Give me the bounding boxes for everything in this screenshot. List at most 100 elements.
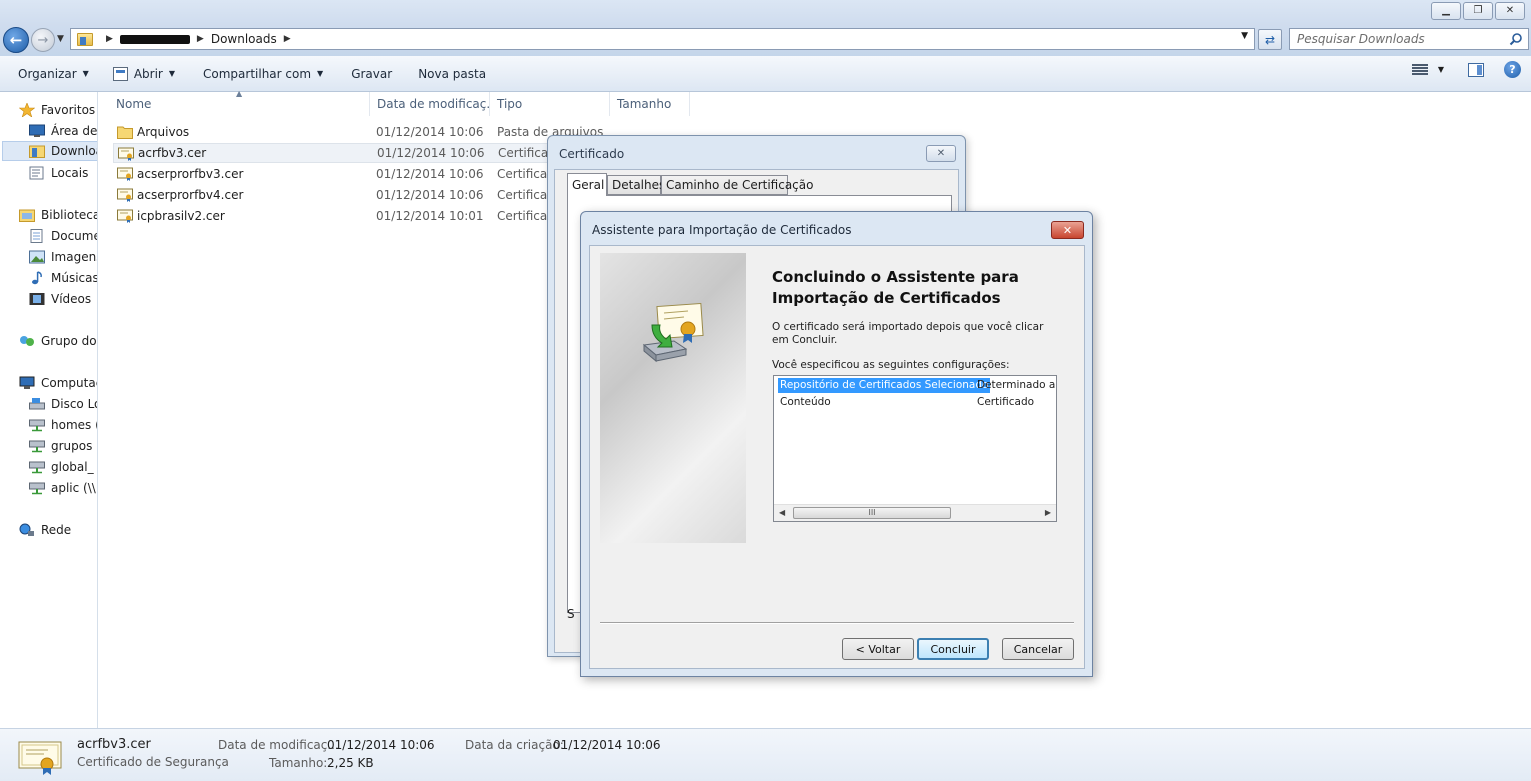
horizontal-scrollbar[interactable]: ◀ III ▶ (774, 504, 1056, 521)
certificate-import-icon (642, 302, 704, 363)
file-name: acserprorfbv3.cer (137, 167, 244, 181)
scroll-right-icon[interactable]: ▶ (1045, 508, 1051, 517)
finish-button[interactable]: Concluir (917, 638, 989, 660)
certificate-dialog-title: Certificado (559, 147, 625, 161)
column-type[interactable]: Tipo (490, 92, 610, 116)
nav-images[interactable]: Imagens (29, 247, 97, 267)
scroll-left-icon[interactable]: ◀ (779, 508, 785, 517)
nav-places[interactable]: Locais (29, 163, 88, 183)
network-drive-icon (29, 461, 45, 474)
documents-icon (30, 229, 43, 243)
views-dropdown-icon[interactable]: ▼ (1438, 65, 1444, 74)
nav-videos-label: Vídeos (51, 292, 92, 306)
tab-geral[interactable]: Geral (567, 173, 607, 196)
wizard-settings-list[interactable]: Repositório de Certificados Selecionado … (773, 375, 1057, 522)
views-icon[interactable] (1411, 63, 1428, 76)
nav-grupos-drive[interactable]: grupos ( (29, 436, 97, 456)
restore-button[interactable]: ❐ (1463, 2, 1493, 20)
breadcrumb-downloads[interactable]: Downloads (211, 32, 277, 46)
organize-button[interactable]: Organizar ▼ (8, 61, 99, 87)
back-button[interactable]: < Voltar (842, 638, 914, 660)
close-icon: ✕ (936, 148, 946, 159)
nav-favorites[interactable]: Favoritos (19, 100, 95, 120)
breadcrumb-chevron-icon[interactable]: ▶ (106, 34, 113, 44)
recent-pages-dropdown[interactable]: ▼ (57, 34, 64, 44)
details-pane: acrfbv3.cer Certificado de Segurança Dat… (0, 728, 1531, 781)
chevron-down-icon: ▼ (317, 69, 324, 78)
chevron-down-icon: ▼ (82, 69, 89, 78)
nav-homes-drive[interactable]: homes (\ (29, 415, 97, 435)
wizard-description: O certificado será importado depois que … (772, 321, 1044, 346)
wizard-close-button[interactable]: ✕ (1051, 221, 1084, 239)
desktop-icon (29, 124, 45, 137)
address-dropdown-icon[interactable]: ▼ (1241, 31, 1248, 41)
wizard-settings-label: Você especificou as seguintes configuraç… (772, 359, 1010, 371)
details-file-type: Certificado de Segurança (77, 755, 229, 769)
nav-videos[interactable]: Vídeos (29, 289, 91, 309)
burn-button[interactable]: Gravar (341, 61, 402, 87)
search-box[interactable] (1289, 28, 1529, 50)
nav-homegroup[interactable]: Grupo dor (19, 331, 97, 351)
breadcrumb-chevron-icon[interactable]: ▶ (284, 34, 291, 44)
refresh-button[interactable]: ⇄ (1258, 29, 1282, 50)
minimize-button[interactable]: ▁ (1431, 2, 1461, 20)
nav-libraries[interactable]: Bibliotecas (19, 205, 97, 225)
nav-local-disk[interactable]: Disco Lo (29, 394, 97, 414)
forward-button[interactable]: → (31, 28, 55, 52)
command-bar: Organizar ▼ Abrir ▼ Compartilhar com ▼ G… (0, 56, 1531, 92)
column-header-row: ▲ Nome Data de modificaç... Tipo Tamanho (99, 89, 1531, 116)
search-input[interactable] (1297, 32, 1502, 46)
column-modified[interactable]: Data de modificaç... (370, 92, 490, 116)
nav-computer-label: Computac (41, 376, 98, 390)
file-modified: 01/12/2014 10:06 (376, 167, 484, 181)
nav-global-drive[interactable]: global_ ( (29, 457, 98, 477)
column-name[interactable]: Nome (109, 92, 370, 116)
homegroup-icon (20, 336, 34, 346)
certificate-close-button[interactable]: ✕ (926, 145, 956, 162)
share-button[interactable]: Compartilhar com ▼ (193, 61, 333, 87)
tab-detalhes[interactable]: Detalhes (607, 175, 665, 195)
nav-documents[interactable]: Docume (29, 226, 98, 246)
burn-label: Gravar (351, 66, 393, 81)
setting-value: Determinado au (977, 379, 1057, 391)
cancel-button[interactable]: Cancelar (1002, 638, 1074, 660)
file-modified: 01/12/2014 10:06 (376, 188, 484, 202)
breadcrumb-chevron-icon[interactable]: ▶ (197, 34, 204, 44)
scrollbar-thumb[interactable]: III (793, 507, 951, 519)
refresh-icon: ⇄ (1264, 32, 1276, 47)
details-modified-label: Data de modificaç... (218, 738, 339, 752)
help-icon[interactable]: ? (1504, 61, 1521, 78)
tab-caminho-certificacao[interactable]: Caminho de Certificação (661, 175, 813, 195)
details-size-value: 2,25 KB (327, 756, 374, 770)
search-icon[interactable] (1509, 32, 1523, 46)
nav-downloads[interactable]: Downloa (2, 141, 97, 161)
details-modified-value: 01/12/2014 10:06 (327, 738, 435, 752)
breadcrumb-redacted[interactable] (119, 34, 190, 44)
nav-aplic-label: aplic (\\1 (51, 481, 97, 495)
nav-homes-label: homes (\ (51, 418, 97, 432)
organize-label: Organizar (18, 66, 77, 81)
share-label: Compartilhar com (203, 66, 312, 81)
file-row-selected[interactable]: acrfbv3.cer 01/12/2014 10:06 Certificad (113, 143, 556, 163)
nav-network-label: Rede (41, 523, 72, 537)
nav-documents-label: Docume (51, 229, 98, 243)
nav-aplic-drive[interactable]: aplic (\\1 (29, 478, 97, 498)
column-size[interactable]: Tamanho (610, 92, 690, 116)
open-button[interactable]: Abrir ▼ (103, 61, 185, 87)
nav-network[interactable]: Rede (19, 520, 71, 540)
new-folder-button[interactable]: Nova pasta (408, 61, 496, 87)
nav-global-label: global_ ( (51, 460, 98, 474)
close-window-button[interactable]: ✕ (1495, 2, 1525, 20)
address-bar[interactable]: ▶ ▶ Downloads ▶ ▼ (70, 28, 1255, 50)
star-icon (19, 103, 35, 117)
nav-music[interactable]: Músicas (29, 268, 98, 288)
nav-desktop[interactable]: Área de T (29, 121, 97, 141)
preview-pane-icon[interactable] (1468, 62, 1484, 77)
new-folder-label: Nova pasta (418, 66, 487, 81)
network-drive-icon (29, 482, 45, 495)
nav-music-label: Músicas (51, 271, 98, 285)
nav-computer[interactable]: Computac (19, 373, 98, 393)
back-button[interactable]: ← (3, 27, 29, 53)
minimize-icon: ▁ (1442, 5, 1450, 16)
wizard-body: Concluindo o Assistente para Importação … (589, 245, 1085, 669)
